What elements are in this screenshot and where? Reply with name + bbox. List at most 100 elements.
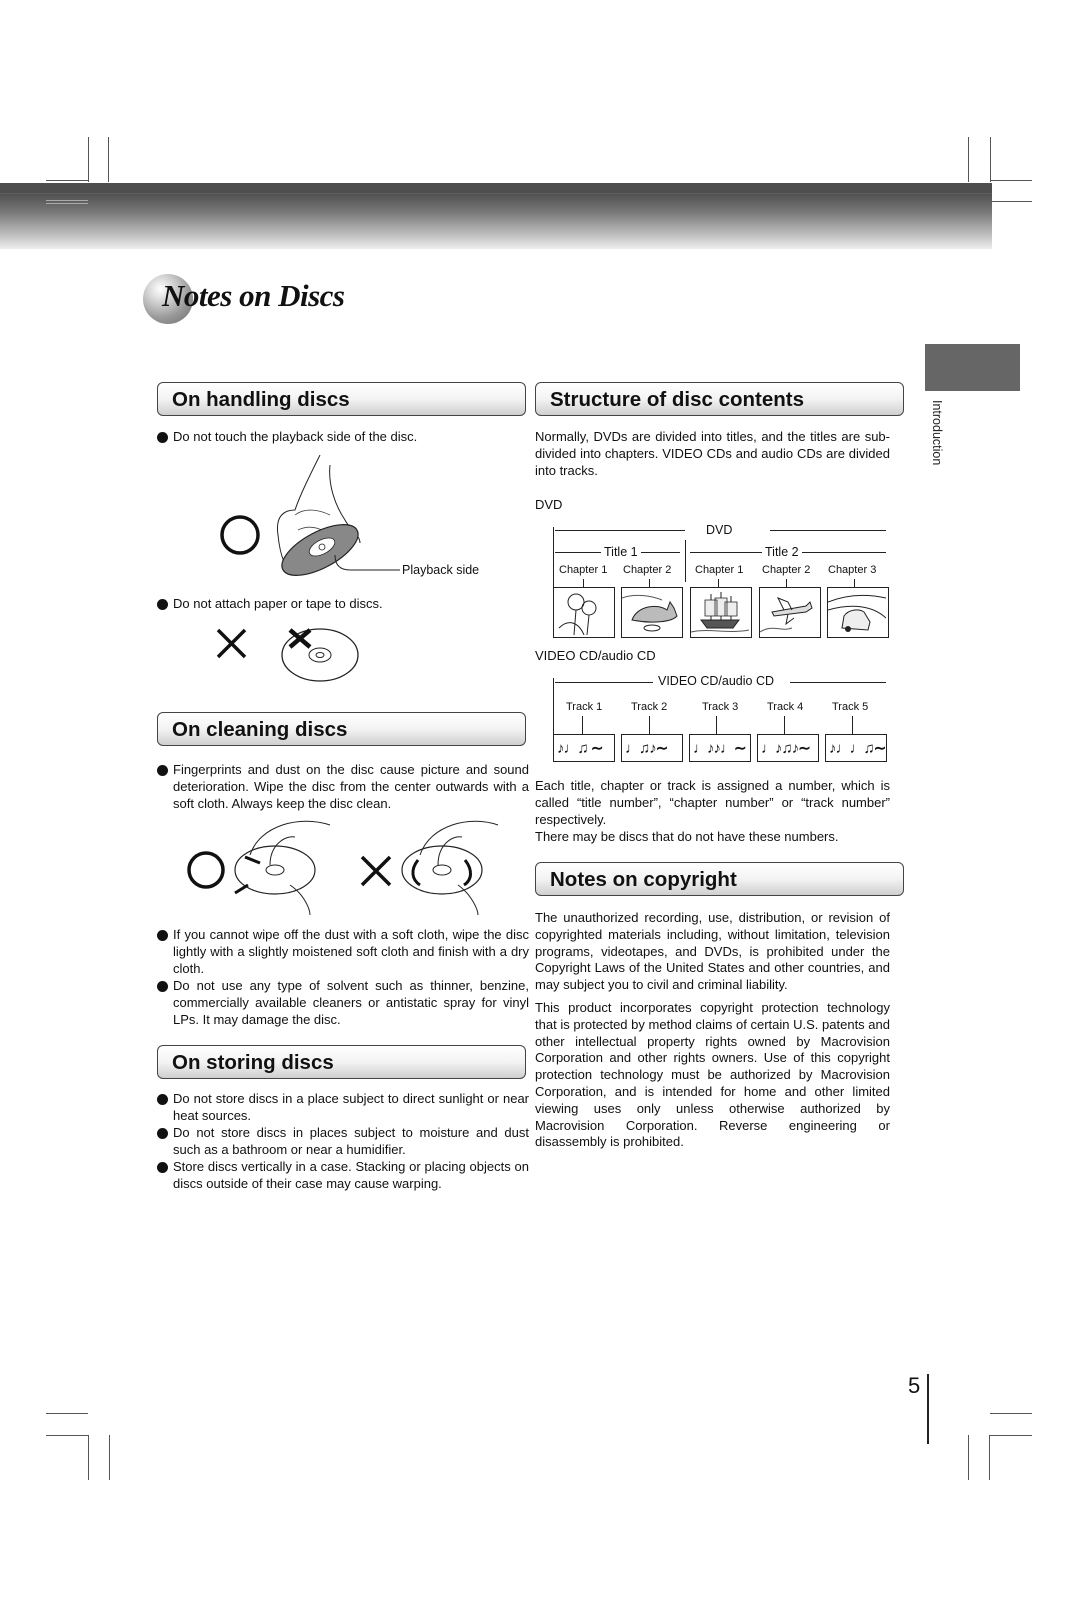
crop-mark (109, 1435, 110, 1480)
crop-mark (989, 1435, 990, 1480)
track-box: ♩♪♫♪∼ (757, 734, 819, 762)
flowers-icon (558, 593, 597, 636)
bullet-item: Fingerprints and dust on the disc cause … (157, 762, 529, 812)
structure-note: There may be discs that do not have thes… (535, 829, 839, 844)
copyright-paragraph: This product incorporates copyright prot… (535, 1000, 890, 1150)
vcd-span-arrow (555, 682, 653, 683)
chapter-image-car (827, 587, 889, 638)
track-box: ♪♩♫ ∼ (553, 734, 615, 762)
crop-mark (990, 137, 991, 182)
hand-icon (249, 820, 331, 915)
section-heading: On handling discs (172, 388, 350, 411)
music-notes-icon: ♩♪♫♪∼ (761, 740, 811, 757)
chapter-label: Chapter 1 (559, 564, 608, 576)
crop-mark (968, 1435, 969, 1480)
crop-mark (990, 1413, 1032, 1414)
section-tab (925, 344, 1020, 391)
crop-mark (88, 1435, 89, 1480)
track-tick (852, 716, 853, 734)
music-notes-icon: ♪♩♫ ∼ (557, 740, 603, 757)
crop-mark (990, 201, 1032, 202)
page-number-bar (927, 1374, 929, 1444)
section-header-cleaning: On cleaning discs (157, 712, 526, 746)
playback-side-label: Playback side (402, 563, 480, 577)
crop-mark (46, 180, 88, 181)
page-number: 5 (908, 1373, 921, 1398)
ok-circle-icon (187, 851, 225, 889)
chapter-label: Chapter 1 (695, 564, 744, 576)
track-box: ♪♩♩♫∼ (825, 734, 887, 762)
dvd-diagram-left-edge (553, 527, 554, 587)
crop-mark (108, 137, 109, 182)
tape-disc-illustration (216, 628, 359, 682)
chapter-label: Chapter 2 (623, 564, 672, 576)
title-label: Title 1 (601, 545, 641, 559)
bullet-item: Do not attach paper or tape to discs. (157, 596, 533, 613)
chapter-image-airplane (759, 587, 821, 638)
airplane-icon (759, 597, 813, 633)
vcd-diagram-left-edge (553, 678, 554, 738)
vcd-span-label: VIDEO CD/audio CD (658, 674, 775, 688)
crop-mark (990, 180, 1032, 181)
crop-mark (968, 137, 969, 182)
crop-mark (990, 1435, 1032, 1436)
track-label: Track 3 (702, 701, 739, 713)
disc-cleaning-illustration (187, 820, 499, 915)
chapter-tick (649, 579, 650, 587)
bullet-item: Do not touch the playback side of the di… (157, 429, 533, 446)
disc-icon (281, 628, 359, 682)
music-notes-icon: ♪♩♩♫∼ (829, 740, 886, 757)
chapter-image-flowers (553, 587, 615, 638)
track-label: Track 2 (631, 701, 668, 713)
crop-mark (46, 203, 88, 204)
hand-icon (419, 820, 499, 915)
section-header-storing: On storing discs (157, 1045, 526, 1079)
track-label: Track 1 (566, 701, 603, 713)
chapter-label: Chapter 2 (762, 564, 811, 576)
chapter-tick (583, 579, 584, 587)
structure-outro: Each title, chapter or track is assigned… (535, 778, 890, 827)
chapter-image-cat (621, 587, 683, 638)
track-tick (649, 716, 650, 734)
chapter-tick (786, 579, 787, 587)
car-icon (827, 594, 887, 632)
crop-mark (46, 1413, 88, 1414)
track-label: Track 4 (767, 701, 804, 713)
ng-cross-icon (216, 628, 247, 659)
track-box: ♩♪♪♩∼ (689, 734, 751, 762)
section-heading: On cleaning discs (172, 718, 348, 741)
cat-icon (621, 594, 678, 632)
music-notes-icon: ♩♫♪∼ (625, 740, 668, 757)
title-label: Title 2 (762, 545, 802, 559)
title-divider (685, 540, 686, 582)
ng-cross-icon (360, 855, 392, 887)
bullet-item: Store discs vertically in a case. Stacki… (157, 1159, 529, 1193)
track-box: ♩♫♪∼ (621, 734, 683, 762)
track-label: Track 5 (832, 701, 869, 713)
dvd-span-label: DVD (706, 523, 733, 537)
vcd-label: VIDEO CD/audio CD (535, 648, 656, 663)
bullet-item: Do not store discs in a place subject to… (157, 1091, 529, 1125)
bullet-item: Do not use any type of solvent such as t… (157, 978, 529, 1028)
track-tick (582, 716, 583, 734)
crop-mark (46, 200, 88, 201)
crop-mark (46, 1435, 88, 1436)
section-heading: Notes on copyright (550, 868, 737, 891)
section-heading: On storing discs (172, 1051, 334, 1074)
dvd-span-arrow (770, 530, 886, 531)
track-tick (784, 716, 785, 734)
circular-arrow-icon (411, 859, 472, 887)
track-tick (716, 716, 717, 734)
section-header-handling: On handling discs (157, 382, 526, 416)
chapter-label: Chapter 3 (828, 564, 877, 576)
chapter-tick (854, 579, 855, 587)
dvd-label: DVD (535, 497, 563, 512)
page-title: Notes on Discs (162, 278, 345, 313)
bullet-item: Do not store discs in places subject to … (157, 1125, 529, 1159)
bullet-item: If you cannot wipe off the dust with a s… (157, 927, 529, 977)
section-header-copyright: Notes on copyright (535, 862, 904, 896)
header-band-line (0, 193, 992, 194)
copyright-paragraph: The unauthorized recording, use, distrib… (535, 910, 890, 993)
ok-circle-icon (220, 515, 260, 555)
chapter-image-ship (690, 587, 752, 638)
